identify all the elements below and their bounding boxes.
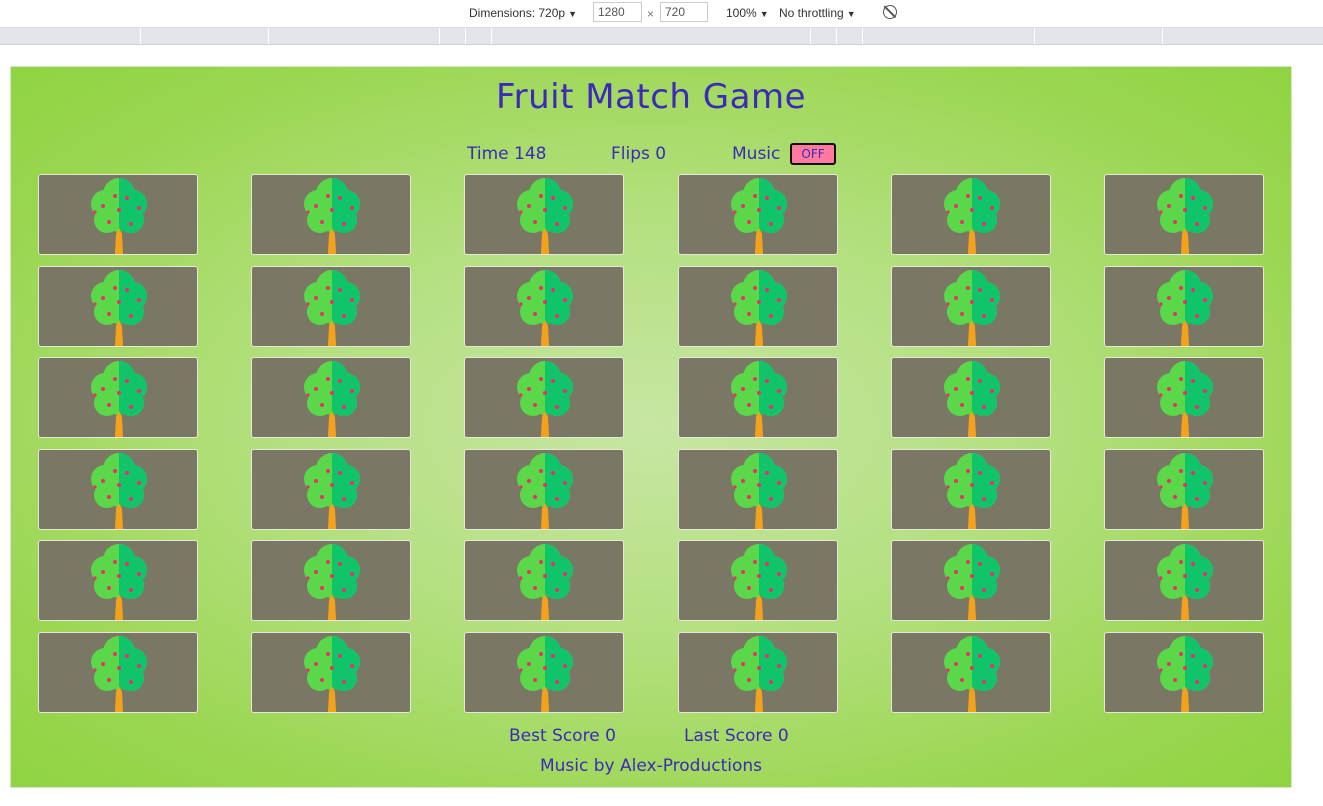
ruler-tick[interactable] bbox=[1162, 28, 1163, 44]
times-separator: × bbox=[647, 7, 655, 21]
flips-counter: Flips 0 bbox=[611, 144, 667, 164]
time-counter: Time 148 bbox=[467, 144, 547, 164]
memory-card[interactable] bbox=[464, 632, 624, 713]
caret-down-icon: ▼ bbox=[568, 9, 577, 19]
ruler-tick[interactable] bbox=[810, 28, 811, 44]
memory-card[interactable] bbox=[38, 174, 198, 255]
memory-card[interactable] bbox=[891, 266, 1051, 347]
throttling-dropdown[interactable]: No throttling ▼ bbox=[779, 6, 856, 20]
throttling-label: No throttling bbox=[779, 6, 844, 20]
memory-card[interactable] bbox=[38, 540, 198, 621]
best-score: Best Score 0 bbox=[509, 726, 616, 746]
memory-card[interactable] bbox=[464, 357, 624, 438]
memory-card[interactable] bbox=[38, 266, 198, 347]
dimensions-label: Dimensions: 720p bbox=[469, 6, 566, 20]
memory-card[interactable] bbox=[38, 449, 198, 530]
memory-card[interactable] bbox=[1104, 632, 1264, 713]
memory-card[interactable] bbox=[464, 266, 624, 347]
ruler-tick[interactable] bbox=[268, 28, 269, 44]
memory-card[interactable] bbox=[251, 632, 411, 713]
last-score: Last Score 0 bbox=[684, 726, 789, 746]
zoom-label: 100% bbox=[726, 6, 757, 20]
memory-card[interactable] bbox=[251, 449, 411, 530]
memory-card[interactable] bbox=[1104, 174, 1264, 255]
memory-card[interactable] bbox=[891, 540, 1051, 621]
ruler-tick[interactable] bbox=[836, 28, 837, 44]
music-credit: Music by Alex-Productions bbox=[539, 756, 763, 776]
memory-card[interactable] bbox=[678, 449, 838, 530]
music-toggle-button[interactable]: OFF bbox=[790, 143, 836, 165]
width-input[interactable]: 1280 bbox=[593, 2, 642, 22]
memory-card[interactable] bbox=[891, 449, 1051, 530]
memory-card[interactable] bbox=[251, 357, 411, 438]
memory-card[interactable] bbox=[38, 632, 198, 713]
memory-card[interactable] bbox=[891, 632, 1051, 713]
ruler-tick[interactable] bbox=[1034, 28, 1035, 44]
memory-card[interactable] bbox=[251, 174, 411, 255]
memory-card[interactable] bbox=[464, 449, 624, 530]
ruler-tick[interactable] bbox=[862, 28, 863, 44]
memory-card[interactable] bbox=[678, 174, 838, 255]
memory-card[interactable] bbox=[1104, 540, 1264, 621]
caret-down-icon: ▼ bbox=[846, 9, 856, 19]
caret-down-icon: ▼ bbox=[759, 9, 769, 19]
memory-card[interactable] bbox=[1104, 449, 1264, 530]
page-title: Fruit Match Game bbox=[496, 77, 806, 117]
memory-card[interactable] bbox=[251, 540, 411, 621]
ruler-tick[interactable] bbox=[491, 28, 492, 44]
memory-card[interactable] bbox=[464, 174, 624, 255]
memory-card[interactable] bbox=[678, 266, 838, 347]
media-query-ruler bbox=[0, 28, 1323, 45]
memory-card[interactable] bbox=[1104, 266, 1264, 347]
memory-card[interactable] bbox=[678, 357, 838, 438]
ruler-tick[interactable] bbox=[439, 28, 440, 44]
zoom-dropdown[interactable]: 100% ▼ bbox=[726, 6, 769, 20]
ruler-tick[interactable] bbox=[465, 28, 466, 44]
music-label: Music bbox=[732, 144, 781, 164]
memory-card[interactable] bbox=[891, 174, 1051, 255]
height-input[interactable]: 720 bbox=[660, 2, 708, 22]
memory-card[interactable] bbox=[38, 357, 198, 438]
dimensions-dropdown[interactable]: Dimensions: 720p ▼ bbox=[469, 6, 577, 20]
memory-card[interactable] bbox=[464, 540, 624, 621]
memory-card[interactable] bbox=[891, 357, 1051, 438]
memory-card[interactable] bbox=[678, 632, 838, 713]
memory-card[interactable] bbox=[251, 266, 411, 347]
ruler-tick[interactable] bbox=[140, 28, 141, 44]
memory-card[interactable] bbox=[678, 540, 838, 621]
game-viewport: Fruit Match Game Time 148 Flips 0 Music … bbox=[10, 66, 1292, 788]
devtools-toolbar: Dimensions: 720p ▼ 1280 × 720 100% ▼ No th… bbox=[0, 0, 1323, 28]
rotate-icon[interactable] bbox=[883, 5, 897, 19]
memory-card[interactable] bbox=[1104, 357, 1264, 438]
